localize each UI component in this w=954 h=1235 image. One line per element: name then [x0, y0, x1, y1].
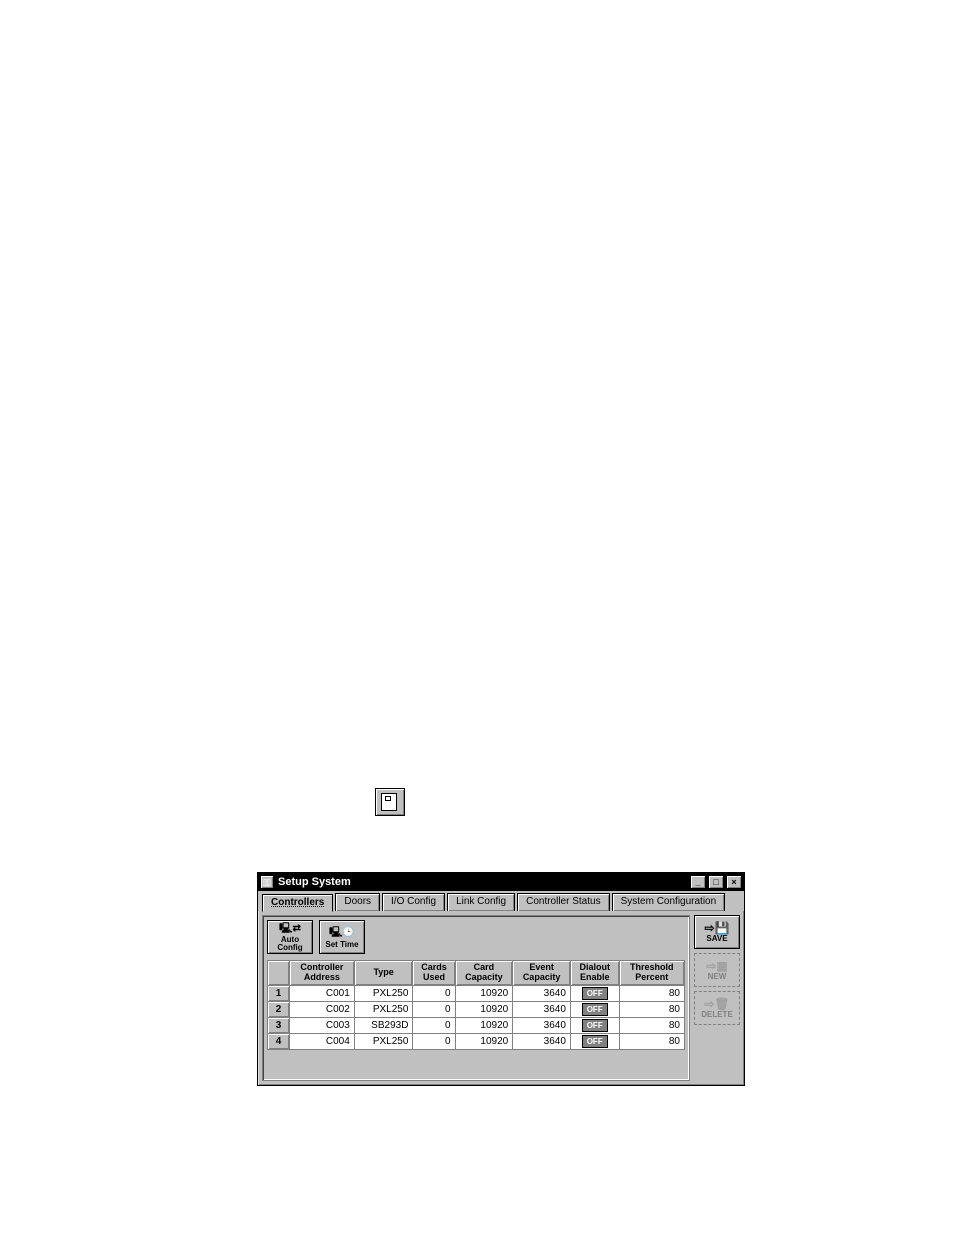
delete-arrow-icon: ⇨🗑	[704, 998, 729, 1010]
col-rownum	[268, 961, 290, 986]
delete-label: DELETE	[701, 1010, 733, 1019]
cell-dialout-enable[interactable]: OFF	[570, 1017, 619, 1033]
tab-system-configuration[interactable]: System Configuration	[612, 893, 726, 911]
col-controller-address[interactable]: Controller Address	[290, 961, 355, 986]
tab-doors[interactable]: Doors	[335, 893, 380, 911]
save-label: SAVE	[706, 934, 727, 943]
table-row[interactable]: 3C003SB293D0109203640 OFF 80	[268, 1017, 685, 1033]
cell-card-capacity[interactable]: 10920	[455, 1017, 513, 1033]
cell-type[interactable]: PXL250	[354, 1033, 413, 1049]
cell-event-capacity[interactable]: 3640	[513, 1033, 571, 1049]
computer-icon: 🖳⇄	[275, 922, 305, 935]
cell-dialout-enable[interactable]: OFF	[570, 1033, 619, 1049]
main-pane: 🖳⇄ Auto Config 🖳🕒 Set Time Controller Ad…	[262, 915, 690, 1081]
tab-io-config[interactable]: I/O Config	[382, 893, 445, 911]
new-label: NEW	[708, 972, 727, 981]
cell-card-capacity[interactable]: 10920	[455, 1033, 513, 1049]
window-title: Setup System	[278, 876, 688, 888]
cell-threshold-percent[interactable]: 80	[619, 1001, 685, 1017]
cell-controller-address[interactable]: C001	[290, 985, 355, 1001]
new-arrow-icon: ⇨▦	[706, 960, 727, 972]
col-dialout-enable[interactable]: Dialout Enable	[570, 961, 619, 986]
controllers-table: Controller Address Type Cards Used Card …	[267, 960, 685, 1050]
cell-controller-address[interactable]: C002	[290, 1001, 355, 1017]
cell-type[interactable]: SB293D	[354, 1017, 413, 1033]
col-threshold-percent[interactable]: Threshold Percent	[619, 961, 685, 986]
tab-link-config[interactable]: Link Config	[447, 893, 515, 911]
tab-controllers[interactable]: Controllers	[262, 894, 333, 912]
cell-threshold-percent[interactable]: 80	[619, 1033, 685, 1049]
new-button: ⇨▦ NEW	[694, 953, 740, 987]
col-card-capacity[interactable]: Card Capacity	[455, 961, 513, 986]
content-area: 🖳⇄ Auto Config 🖳🕒 Set Time Controller Ad…	[258, 911, 744, 1085]
delete-button: ⇨🗑 DELETE	[694, 991, 740, 1025]
cell-card-capacity[interactable]: 10920	[455, 985, 513, 1001]
document-icon-detail	[385, 796, 391, 801]
cell-cards-used[interactable]: 0	[413, 1033, 455, 1049]
off-badge: OFF	[582, 987, 608, 1000]
table-row[interactable]: 1C001PXL2500109203640 OFF 80	[268, 985, 685, 1001]
row-index: 4	[268, 1033, 290, 1049]
tab-bar: Controllers Doors I/O Config Link Config…	[258, 891, 744, 911]
cell-event-capacity[interactable]: 3640	[513, 1017, 571, 1033]
cell-dialout-enable[interactable]: OFF	[570, 1001, 619, 1017]
save-arrow-icon: ⇨💾	[705, 922, 730, 934]
cell-card-capacity[interactable]: 10920	[455, 1001, 513, 1017]
setup-system-toolbar-icon[interactable]	[375, 788, 405, 816]
row-index: 3	[268, 1017, 290, 1033]
cell-type[interactable]: PXL250	[354, 1001, 413, 1017]
cell-type[interactable]: PXL250	[354, 985, 413, 1001]
off-badge: OFF	[582, 1003, 608, 1016]
off-badge: OFF	[582, 1019, 608, 1032]
save-button[interactable]: ⇨💾 SAVE	[694, 915, 740, 949]
titlebar: ▥ Setup System _ □ ×	[258, 873, 744, 891]
cell-event-capacity[interactable]: 3640	[513, 1001, 571, 1017]
col-type[interactable]: Type	[354, 961, 413, 986]
col-cards-used[interactable]: Cards Used	[413, 961, 455, 986]
cell-cards-used[interactable]: 0	[413, 985, 455, 1001]
pane-toolbar: 🖳⇄ Auto Config 🖳🕒 Set Time	[267, 920, 685, 954]
set-time-label: Set Time	[325, 941, 358, 949]
cell-dialout-enable[interactable]: OFF	[570, 985, 619, 1001]
cell-controller-address[interactable]: C004	[290, 1033, 355, 1049]
setup-system-window: ▥ Setup System _ □ × Controllers Doors I…	[257, 872, 745, 1086]
row-index: 1	[268, 985, 290, 1001]
cell-controller-address[interactable]: C003	[290, 1017, 355, 1033]
table-row[interactable]: 2C002PXL2500109203640 OFF 80	[268, 1001, 685, 1017]
close-button[interactable]: ×	[726, 875, 742, 889]
side-pane: ⇨💾 SAVE ⇨▦ NEW ⇨🗑 DELETE	[694, 915, 740, 1081]
cell-cards-used[interactable]: 0	[413, 1001, 455, 1017]
row-index: 2	[268, 1001, 290, 1017]
cell-event-capacity[interactable]: 3640	[513, 985, 571, 1001]
table-row[interactable]: 4C004PXL2500109203640 OFF 80	[268, 1033, 685, 1049]
auto-config-button[interactable]: 🖳⇄ Auto Config	[267, 920, 313, 954]
set-time-button[interactable]: 🖳🕒 Set Time	[319, 920, 365, 954]
table-header-row: Controller Address Type Cards Used Card …	[268, 961, 685, 986]
col-event-capacity[interactable]: Event Capacity	[513, 961, 571, 986]
system-menu-icon[interactable]: ▥	[260, 875, 274, 889]
maximize-button[interactable]: □	[708, 875, 724, 889]
auto-config-label: Auto Config	[277, 936, 302, 952]
cell-threshold-percent[interactable]: 80	[619, 985, 685, 1001]
minimize-button[interactable]: _	[690, 875, 706, 889]
off-badge: OFF	[582, 1035, 608, 1048]
cell-cards-used[interactable]: 0	[413, 1017, 455, 1033]
tab-controller-status[interactable]: Controller Status	[517, 893, 609, 911]
cell-threshold-percent[interactable]: 80	[619, 1017, 685, 1033]
clock-icon: 🖳🕒	[327, 926, 357, 940]
